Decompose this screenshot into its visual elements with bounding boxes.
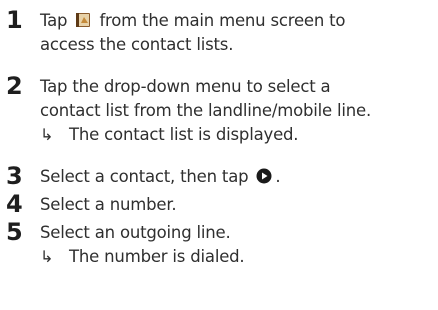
- step-1-text-after: from the main menu screen to: [99, 11, 346, 30]
- step-2-result-text: The contact list is displayed.: [69, 125, 299, 144]
- step-2-line-2: contact list from the landline/mobile li…: [40, 101, 372, 120]
- result-arrow-icon: ↳: [40, 125, 54, 144]
- step-number-1: 1: [6, 6, 23, 34]
- step-number-3: 3: [6, 162, 23, 190]
- step-number-5: 5: [6, 218, 23, 246]
- play-circle-icon-svg: [256, 168, 272, 184]
- step-1-text-before: Tap: [40, 11, 68, 30]
- play-circle-icon: [256, 167, 272, 191]
- step-number-2: 2: [6, 72, 23, 100]
- step-5-line-1: Select an outgoing line.: [40, 223, 231, 242]
- step-number-4: 4: [6, 190, 23, 218]
- step-2-line-1: Tap the drop-down menu to select a: [40, 77, 331, 96]
- step-5-result: ↳ The number is dialed.: [40, 245, 245, 269]
- contacts-book-icon-svg: [76, 13, 91, 27]
- step-5-result-text: The number is dialed.: [69, 247, 245, 266]
- step-3-text-after: .: [275, 167, 281, 186]
- step-4-line-1: Select a number.: [40, 195, 177, 214]
- step-3-text-before: Select a contact, then tap: [40, 167, 249, 186]
- step-2-result: ↳ The contact list is displayed.: [40, 123, 299, 147]
- step-1-line-1: Tap from the main menu screen to: [40, 9, 346, 35]
- instruction-steps: 1 Tap from the main menu screen to acces…: [0, 0, 438, 310]
- step-3-line-1: Select a contact, then tap .: [40, 165, 281, 191]
- step-1-line-2: access the contact lists.: [40, 35, 234, 54]
- contacts-book-icon: [75, 11, 91, 35]
- result-arrow-icon: ↳: [40, 247, 54, 266]
